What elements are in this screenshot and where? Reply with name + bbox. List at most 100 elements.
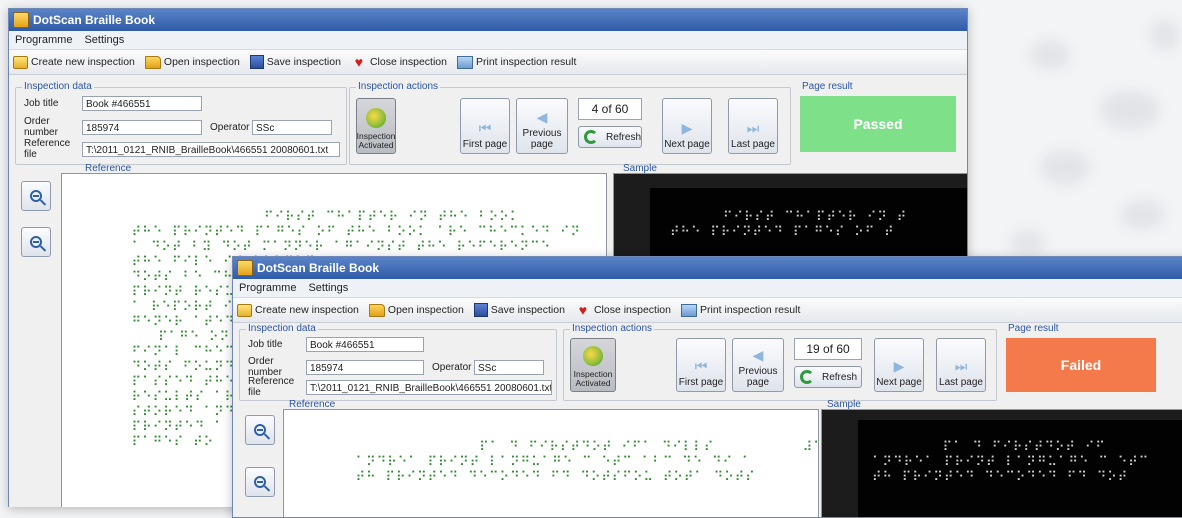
- save-inspection-button[interactable]: Save inspection: [249, 55, 341, 69]
- page-result-label: Page result: [1006, 323, 1061, 334]
- menu-settings[interactable]: Settings: [78, 34, 130, 46]
- app-icon: [237, 260, 253, 276]
- toolbar: Create new inspection Open inspection Sa…: [9, 50, 967, 75]
- next-page-icon: ▶: [681, 120, 693, 136]
- job-title-field[interactable]: Book #466551: [306, 337, 424, 352]
- save-inspection-button[interactable]: Save inspection: [473, 303, 565, 317]
- save-icon: [473, 303, 488, 317]
- zoom-in-button[interactable]: [21, 181, 51, 211]
- refresh-button[interactable]: Refresh: [794, 366, 862, 388]
- previous-page-button[interactable]: ◀ Previous page: [732, 338, 784, 392]
- open-label: Open inspection: [163, 56, 240, 68]
- next-page-button[interactable]: ▶ Next page: [874, 338, 924, 392]
- zoom-in-button[interactable]: [245, 415, 275, 445]
- last-page-button[interactable]: ⏭ Last page: [936, 338, 986, 392]
- refresh-button[interactable]: Refresh: [578, 126, 642, 148]
- inspection-actions-label: Inspection actions: [356, 81, 441, 92]
- inspection-activated-button[interactable]: Inspection Activated: [356, 98, 396, 154]
- menu-programme[interactable]: Programme: [9, 34, 78, 46]
- reference-braille-text: ⠏⠁ ⠙ ⠋⠊⠗⠎⠞⠙⠕⠞ ⠊⠋⠁ ⠙⠊⠇⠇⠎ ⠼⠁⠉ ⠁⠝⠙⠗⠑⠁ ⠏⠗⠊⠝⠞…: [355, 440, 818, 485]
- next-page-label: Next page: [876, 377, 922, 388]
- folder-icon: [368, 303, 385, 317]
- operator-field[interactable]: SSc: [252, 119, 332, 135]
- reference-panel[interactable]: ⠏⠁ ⠙ ⠋⠊⠗⠎⠞⠙⠕⠞ ⠊⠋⠁ ⠙⠊⠇⠇⠎ ⠼⠁⠉ ⠁⠝⠙⠗⠑⠁ ⠏⠗⠊⠝⠞…: [283, 409, 819, 517]
- inspection-activated-button[interactable]: Inspection Activated: [570, 338, 616, 392]
- first-page-icon: ⏮: [694, 358, 708, 374]
- refresh-label: Refresh: [605, 131, 641, 143]
- reference-file-field[interactable]: T:\2011_0121_RNIB_BrailleBook\466551 200…: [82, 141, 340, 157]
- operator-field[interactable]: SSc: [474, 359, 544, 375]
- new-file-icon: [13, 55, 28, 69]
- previous-page-button[interactable]: ◀ Previous page: [516, 98, 568, 154]
- last-page-label: Last page: [939, 377, 983, 388]
- zoom-out-button[interactable]: [245, 467, 275, 497]
- order-number-field[interactable]: 185974: [306, 359, 424, 375]
- previous-page-icon: ◀: [752, 347, 764, 363]
- save-icon: [249, 55, 264, 69]
- menu-bar: Programme Settings: [233, 279, 1182, 298]
- create-new-inspection-button[interactable]: Create new inspection: [237, 303, 359, 317]
- previous-page-label: Previous page: [738, 366, 778, 388]
- inspection-data-group: Inspection data Job title Book #466551 O…: [15, 81, 347, 165]
- toolbar: Create new inspection Open inspection Sa…: [233, 298, 1182, 323]
- last-page-label: Last page: [731, 139, 775, 150]
- page-result-status: Passed: [800, 96, 956, 152]
- next-page-icon: ▶: [893, 358, 905, 374]
- sample-image: ⠏⠁ ⠙ ⠋⠊⠗⠎⠞⠙⠕⠞ ⠊⠋ ⠁⠝⠙⠗⠑⠁ ⠏⠗⠊⠝⠞ ⠇⠁⠝⠛⠥⠁⠛⠑ ⠉…: [858, 420, 1182, 517]
- inspection-activated-label: Inspection Activated: [573, 369, 613, 388]
- close-inspection-button[interactable]: ♥ Close inspection: [351, 54, 447, 70]
- inspection-data-label: Inspection data: [246, 323, 318, 334]
- inspection-data-group: Inspection data Job title Book #466551 O…: [239, 323, 557, 401]
- page-result-group: Page result Passed: [793, 81, 965, 165]
- inspection-data-label: Inspection data: [22, 81, 94, 92]
- save-label: Save inspection: [490, 304, 565, 316]
- close-icon: ♥: [354, 54, 364, 70]
- print-inspection-result-button[interactable]: Print inspection result: [680, 303, 800, 317]
- sample-braille-text: ⠏⠁ ⠙ ⠋⠊⠗⠎⠞⠙⠕⠞ ⠊⠋ ⠁⠝⠙⠗⠑⠁ ⠏⠗⠊⠝⠞ ⠇⠁⠝⠛⠥⠁⠛⠑ ⠉…: [872, 440, 1150, 485]
- operator-label: Operator: [432, 361, 472, 373]
- first-page-icon: ⏮: [478, 120, 492, 136]
- title-bar: DotScan Braille Book: [9, 9, 967, 31]
- create-new-inspection-button[interactable]: Create new inspection: [13, 55, 135, 69]
- inspection-active-icon: [366, 108, 386, 128]
- print-inspection-result-button[interactable]: Print inspection result: [456, 55, 576, 69]
- zoom-in-icon: [254, 424, 266, 436]
- open-label: Open inspection: [387, 304, 464, 316]
- window-title: DotScan Braille Book: [33, 13, 156, 27]
- open-inspection-button[interactable]: Open inspection: [144, 55, 240, 69]
- sample-panel[interactable]: ⠏⠁ ⠙ ⠋⠊⠗⠎⠞⠙⠕⠞ ⠊⠋ ⠁⠝⠙⠗⠑⠁ ⠏⠗⠊⠝⠞ ⠇⠁⠝⠛⠥⠁⠛⠑ ⠉…: [821, 409, 1182, 517]
- refresh-icon: [800, 370, 814, 384]
- reference-file-field[interactable]: T:\2011_0121_RNIB_BrailleBook\466551 200…: [306, 379, 552, 395]
- job-title-field[interactable]: Book #466551: [82, 96, 202, 111]
- save-label: Save inspection: [266, 56, 341, 68]
- last-page-button[interactable]: ⏭ Last page: [728, 98, 778, 154]
- reference-file-label: Reference file: [24, 138, 71, 160]
- zoom-out-button[interactable]: [21, 227, 51, 257]
- refresh-label: Refresh: [822, 371, 858, 383]
- first-page-button[interactable]: ⏮ First page: [460, 98, 510, 154]
- first-page-label: First page: [462, 139, 508, 150]
- app-icon: [13, 12, 29, 28]
- last-page-icon: ⏭: [954, 358, 968, 374]
- window-title: DotScan Braille Book: [257, 261, 380, 275]
- last-page-icon: ⏭: [746, 120, 760, 136]
- create-label: Create new inspection: [31, 56, 135, 68]
- first-page-label: First page: [678, 377, 724, 388]
- page-indicator: 19 of 60: [794, 338, 862, 360]
- menu-programme[interactable]: Programme: [233, 282, 302, 294]
- first-page-button[interactable]: ⏮ First page: [676, 338, 726, 392]
- close-label: Close inspection: [369, 56, 447, 68]
- new-file-icon: [237, 303, 252, 317]
- job-title-label: Job title: [24, 98, 59, 109]
- order-number-field[interactable]: 185974: [82, 119, 202, 135]
- next-page-button[interactable]: ▶ Next page: [662, 98, 712, 154]
- page-indicator: 4 of 60: [578, 98, 642, 120]
- zoom-in-icon: [30, 190, 42, 202]
- open-inspection-button[interactable]: Open inspection: [368, 303, 464, 317]
- order-number-label: Order number: [24, 116, 58, 138]
- inspection-activated-label: Inspection Activated: [356, 131, 396, 150]
- inspection-actions-label: Inspection actions: [570, 323, 655, 334]
- close-inspection-button[interactable]: ♥ Close inspection: [575, 302, 671, 318]
- menu-settings[interactable]: Settings: [302, 282, 354, 294]
- page-result-label: Page result: [800, 81, 855, 92]
